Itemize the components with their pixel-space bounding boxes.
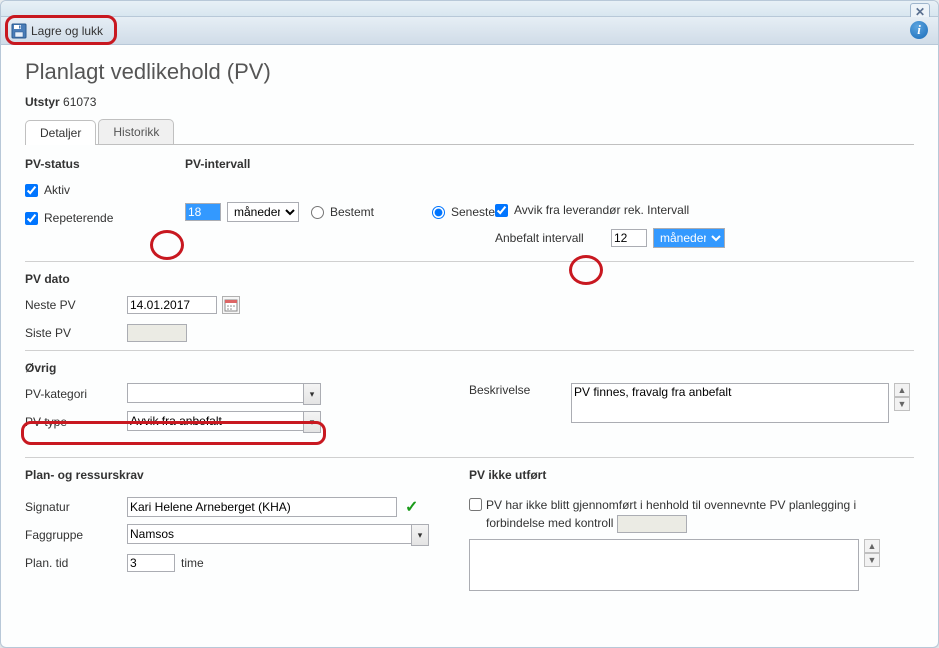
chevron-down-icon: ▾	[310, 417, 315, 428]
active-label: Aktiv	[44, 183, 140, 197]
deviation-checkbox[interactable]	[495, 204, 508, 217]
scroll-up-icon[interactable]: ▲	[894, 383, 910, 397]
pv-date-heading: PV dato	[25, 272, 914, 286]
group-drop[interactable]: ▾	[411, 524, 429, 546]
notdone-textarea[interactable]	[469, 539, 859, 591]
signature-label: Signatur	[25, 500, 121, 514]
plan-heading: Plan- og ressurskrav	[25, 468, 445, 482]
type-input[interactable]	[127, 411, 303, 431]
tab-details[interactable]: Detaljer	[25, 120, 96, 145]
type-drop[interactable]: ▾	[303, 411, 321, 433]
interval-value-input[interactable]	[185, 203, 221, 221]
titlebar: ✕	[1, 1, 938, 17]
interval-unit-select[interactable]: måneder	[227, 202, 299, 222]
scroll-down-icon[interactable]: ▼	[894, 397, 910, 411]
last-pv-readonly	[127, 324, 187, 342]
equipment-label: Utstyr	[25, 95, 60, 109]
info-icon[interactable]: i	[910, 21, 928, 39]
tab-strip: Detaljer Historikk	[25, 119, 914, 145]
next-pv-input[interactable]	[127, 296, 217, 314]
save-and-close-button[interactable]: Lagre og lukk	[7, 21, 111, 41]
notdone-heading: PV ikke utført	[469, 468, 914, 482]
next-pv-label: Neste PV	[25, 298, 121, 312]
category-input[interactable]	[127, 383, 303, 403]
pv-interval-block: PV-intervall måneder Bestemt Seneste	[185, 157, 465, 255]
description-label: Beskrivelse	[469, 383, 565, 397]
chevron-down-icon: ▾	[310, 389, 315, 400]
textarea-scroll-2[interactable]: ▲▼	[864, 539, 880, 567]
calendar-icon[interactable]	[222, 296, 240, 314]
status-interval-row: PV-status Aktiv Repeterende PV-intervall…	[25, 157, 914, 255]
fixed-radio[interactable]	[311, 206, 324, 219]
group-label: Faggruppe	[25, 528, 121, 542]
signature-input[interactable]	[127, 497, 397, 517]
page-heading: Planlagt vedlikehold (PV)	[25, 59, 914, 85]
pv-interval-heading: PV-intervall	[185, 157, 465, 171]
scroll-up-icon[interactable]: ▲	[864, 539, 880, 553]
category-drop[interactable]: ▾	[303, 383, 321, 405]
dialog-window: ✕ Lagre og lukk i Planlagt vedlikehold (…	[0, 0, 939, 648]
other-heading: Øvrig	[25, 361, 914, 375]
last-pv-label: Siste PV	[25, 326, 121, 340]
tab-history[interactable]: Historikk	[98, 119, 174, 144]
time-value-input[interactable]	[127, 554, 175, 572]
time-label: Plan. tid	[25, 556, 121, 570]
notdone-block: PV ikke utført PV har ikke blitt gjennom…	[469, 468, 914, 597]
category-combo[interactable]: ▾	[127, 383, 321, 405]
deviation-block: Avvik fra leverandør rek. Intervall Anbe…	[495, 157, 914, 255]
other-right-block: Beskrivelse ▲▼	[469, 383, 914, 439]
content-area: Planlagt vedlikehold (PV) Utstyr 61073 D…	[1, 45, 938, 611]
chevron-down-icon: ▾	[418, 530, 423, 541]
pv-status-heading: PV-status	[25, 157, 155, 171]
time-unit-label: time	[181, 556, 204, 570]
description-textarea[interactable]	[571, 383, 889, 423]
textarea-scroll[interactable]: ▲▼	[894, 383, 910, 411]
type-label: PV-type	[25, 415, 121, 429]
pv-status-block: PV-status Aktiv Repeterende	[25, 157, 155, 255]
group-combo[interactable]: ▾	[127, 524, 429, 546]
recommended-label: Anbefalt intervall	[495, 231, 605, 245]
scroll-down-icon[interactable]: ▼	[864, 553, 880, 567]
equipment-line: Utstyr 61073	[25, 95, 914, 109]
recommended-unit-select[interactable]: måneder	[653, 228, 725, 248]
save-icon	[11, 23, 27, 39]
group-input[interactable]	[127, 524, 411, 544]
other-left-block: PV-kategori ▾ PV-type ▾	[25, 383, 445, 439]
check-icon: ✓	[405, 497, 418, 517]
notdone-text: PV har ikke blitt gjennomført i henhold …	[486, 496, 914, 533]
control-value-readonly	[617, 515, 687, 533]
save-button-label: Lagre og lukk	[31, 24, 103, 38]
latest-radio[interactable]	[432, 206, 445, 219]
fixed-label: Bestemt	[330, 205, 426, 219]
equipment-id: 61073	[63, 95, 96, 109]
type-combo[interactable]: ▾	[127, 411, 321, 433]
active-checkbox[interactable]	[25, 184, 38, 197]
notdone-checkbox[interactable]	[469, 498, 482, 511]
repeating-label: Repeterende	[44, 211, 140, 225]
deviation-label: Avvik fra leverandør rek. Intervall	[514, 203, 689, 217]
category-label: PV-kategori	[25, 387, 121, 401]
toolbar: Lagre og lukk i	[1, 17, 938, 45]
recommended-value-input[interactable]	[611, 229, 647, 247]
plan-block: Plan- og ressurskrav Signatur ✓ Faggrupp…	[25, 468, 445, 597]
repeating-checkbox[interactable]	[25, 212, 38, 225]
